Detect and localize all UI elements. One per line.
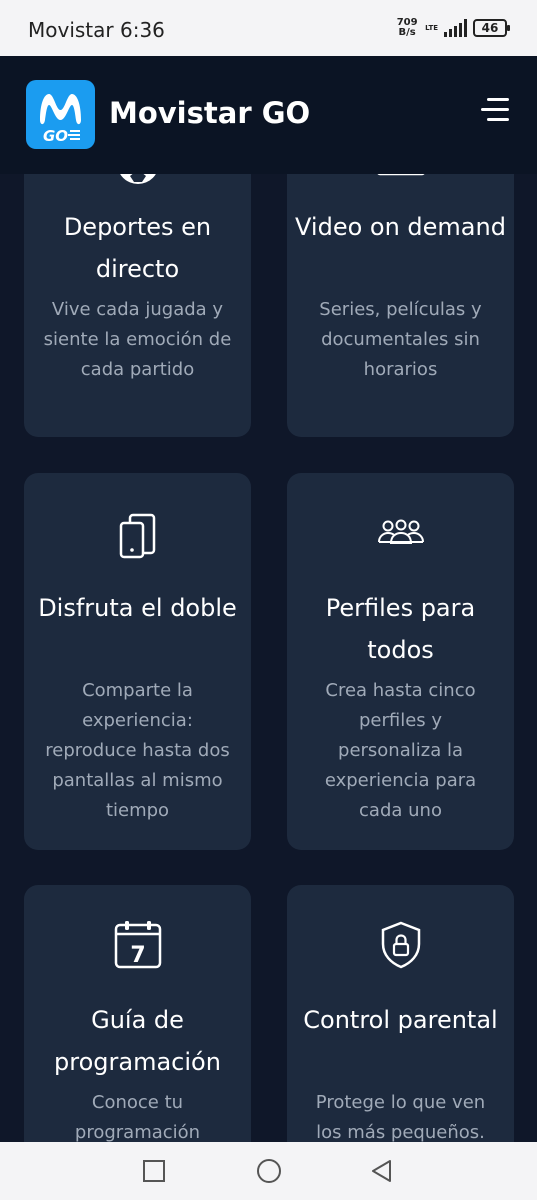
lte-label: LTE — [425, 24, 438, 32]
group-people-icon — [287, 515, 514, 551]
signal-icon — [444, 19, 467, 37]
hamburger-menu-icon[interactable] — [481, 98, 509, 122]
card-title: Perfiles para todos — [325, 594, 476, 664]
logo-go-text: GO — [43, 127, 68, 145]
square-recents-icon[interactable] — [142, 1159, 166, 1187]
network-speed-unit: B/s — [398, 27, 416, 38]
clock: 6:36 — [119, 18, 165, 42]
card-description: Comparte la experiencia: reproduce hasta… — [45, 680, 230, 821]
feature-card-guia[interactable]: 7 Guía de programación Conoce tu program… — [24, 885, 251, 1142]
feature-card-control[interactable]: Control parental Protege lo que ven los … — [287, 885, 514, 1142]
carrier-name: Movistar — [28, 18, 114, 42]
calendar-icon: 7 — [24, 919, 251, 971]
app-header: GO Movistar GO — [0, 56, 537, 174]
card-description: Conoce tu programación — [74, 1092, 201, 1142]
card-title: Video on demand — [295, 213, 506, 241]
feature-card-doble[interactable]: Disfruta el doble Comparte la experienci… — [24, 473, 251, 850]
feature-card-vod[interactable]: Video on demand Series, películas y docu… — [287, 174, 514, 437]
shield-lock-icon — [287, 919, 514, 971]
circle-home-icon[interactable] — [256, 1159, 282, 1189]
feature-card-perfiles[interactable]: Perfiles para todos Crea hasta cinco per… — [287, 473, 514, 850]
video-player-icon — [287, 174, 514, 188]
status-bar: Movistar 6:36 709 B/s LTE 46 — [0, 0, 537, 56]
soccer-ball-icon — [24, 174, 251, 188]
movistar-m-icon: GO — [40, 94, 81, 145]
status-indicators: 709 B/s LTE 46 — [395, 18, 510, 38]
network-speed: 709 B/s — [395, 18, 419, 38]
card-description: Series, películas y documentales sin hor… — [319, 299, 482, 380]
feature-card-deportes[interactable]: Deportes en directo Vive cada jugada y s… — [24, 174, 251, 437]
status-carrier-time: Movistar 6:36 — [28, 18, 165, 42]
card-title: Deportes en directo — [63, 213, 212, 283]
card-description: Crea hasta cinco perfiles y personaliza … — [324, 680, 477, 821]
dual-screen-icon — [24, 511, 251, 561]
card-title: Disfruta el doble — [38, 594, 237, 622]
calendar-day: 7 — [130, 943, 145, 968]
card-description: Vive cada jugada y siente la emoción de … — [43, 299, 232, 380]
card-title: Guía de programación — [54, 1006, 221, 1076]
system-nav-bar — [0, 1142, 537, 1200]
battery-icon: 46 — [473, 19, 510, 37]
card-title: Control parental — [303, 1006, 498, 1034]
app-title: Movistar GO — [109, 96, 311, 130]
movistar-go-logo[interactable]: GO — [26, 80, 95, 149]
triangle-back-icon[interactable] — [370, 1159, 394, 1187]
card-description: Protege lo que ven los más pequeños. — [315, 1092, 486, 1142]
features-grid[interactable]: Deportes en directo Vive cada jugada y s… — [0, 174, 537, 1142]
battery-level: 46 — [481, 21, 499, 35]
